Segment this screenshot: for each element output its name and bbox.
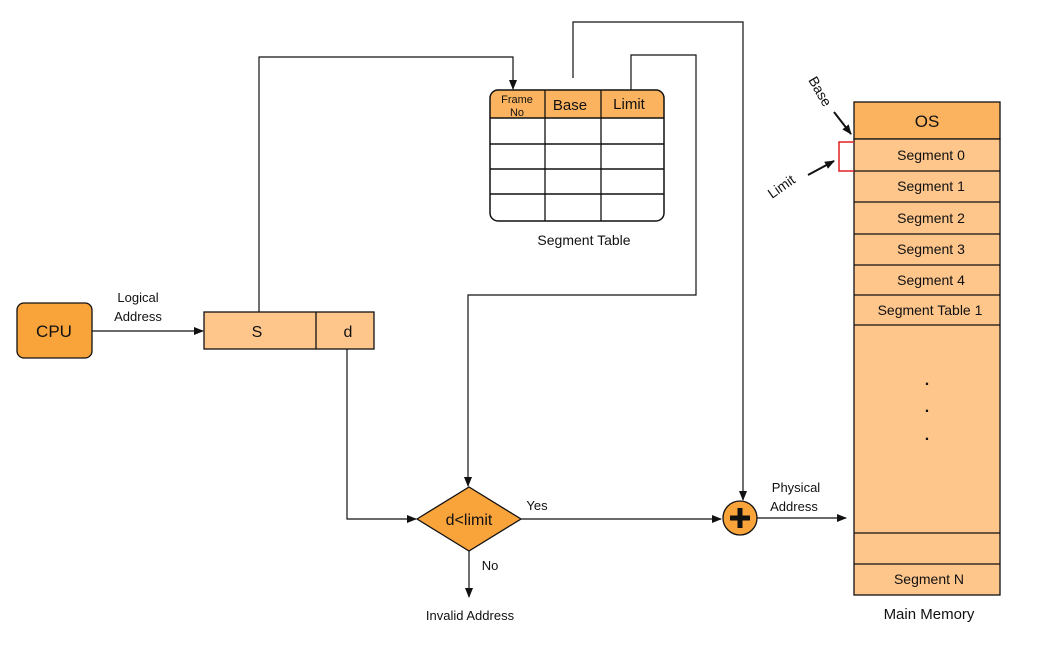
cpu-label: CPU: [36, 322, 72, 341]
limit-to-compare-line: [464, 54, 697, 487]
logical-address-box: S d: [203, 311, 375, 350]
memory-segment-3: Segment 3: [897, 241, 965, 257]
logical-address-label-2: Address: [114, 309, 162, 324]
physical-address-label: Physical: [772, 480, 821, 495]
memory-segment-n: Segment N: [894, 571, 964, 587]
decision-label: d<limit: [446, 512, 493, 529]
base-annotation: Base: [805, 74, 835, 110]
plus-icon: [722, 500, 758, 536]
header-frame-no-2: No: [510, 107, 524, 119]
segment-table: Frame No Base Limit: [489, 89, 665, 222]
ellipsis-dot: .: [925, 399, 929, 416]
d-to-compare-line: [346, 349, 417, 523]
invalid-address-label: Invalid Address: [426, 608, 515, 623]
memory-segment-table-1: Segment Table 1: [878, 302, 983, 318]
main-memory: OS Segment 0 Segment 1 Segment 2 Segment…: [853, 101, 1001, 596]
base-arrow: [833, 111, 852, 135]
limit-check-diamond: d<limit: [415, 486, 523, 552]
yes-label: Yes: [526, 498, 548, 513]
limit-bracket: [838, 141, 854, 172]
header-limit: Limit: [613, 96, 646, 113]
no-label: No: [482, 558, 499, 573]
memory-segment-2: Segment 2: [897, 210, 965, 226]
logical-address-label: Logical: [117, 290, 158, 305]
cpu-box: CPU: [16, 302, 93, 359]
segment-number: S: [252, 324, 263, 341]
memory-segment-1: Segment 1: [897, 178, 965, 194]
offset: d: [344, 324, 353, 341]
segmentation-diagram: CPU Logical Address S d Frame No Base Li…: [16, 21, 1001, 623]
memory-segment-0: Segment 0: [897, 147, 965, 163]
segment-table-caption: Segment Table: [537, 232, 630, 248]
ellipsis-dot: .: [925, 372, 929, 389]
memory-segment-4: Segment 4: [897, 272, 965, 288]
limit-annotation: Limit: [765, 171, 798, 201]
header-frame-no: Frame: [501, 94, 533, 106]
main-memory-caption: Main Memory: [884, 606, 975, 623]
s-to-table-line: [258, 56, 517, 312]
limit-arrow: [807, 160, 835, 176]
ellipsis-dot: .: [925, 427, 929, 444]
header-base: Base: [553, 97, 587, 114]
physical-address-label-2: Address: [770, 499, 818, 514]
memory-os: OS: [915, 112, 940, 131]
